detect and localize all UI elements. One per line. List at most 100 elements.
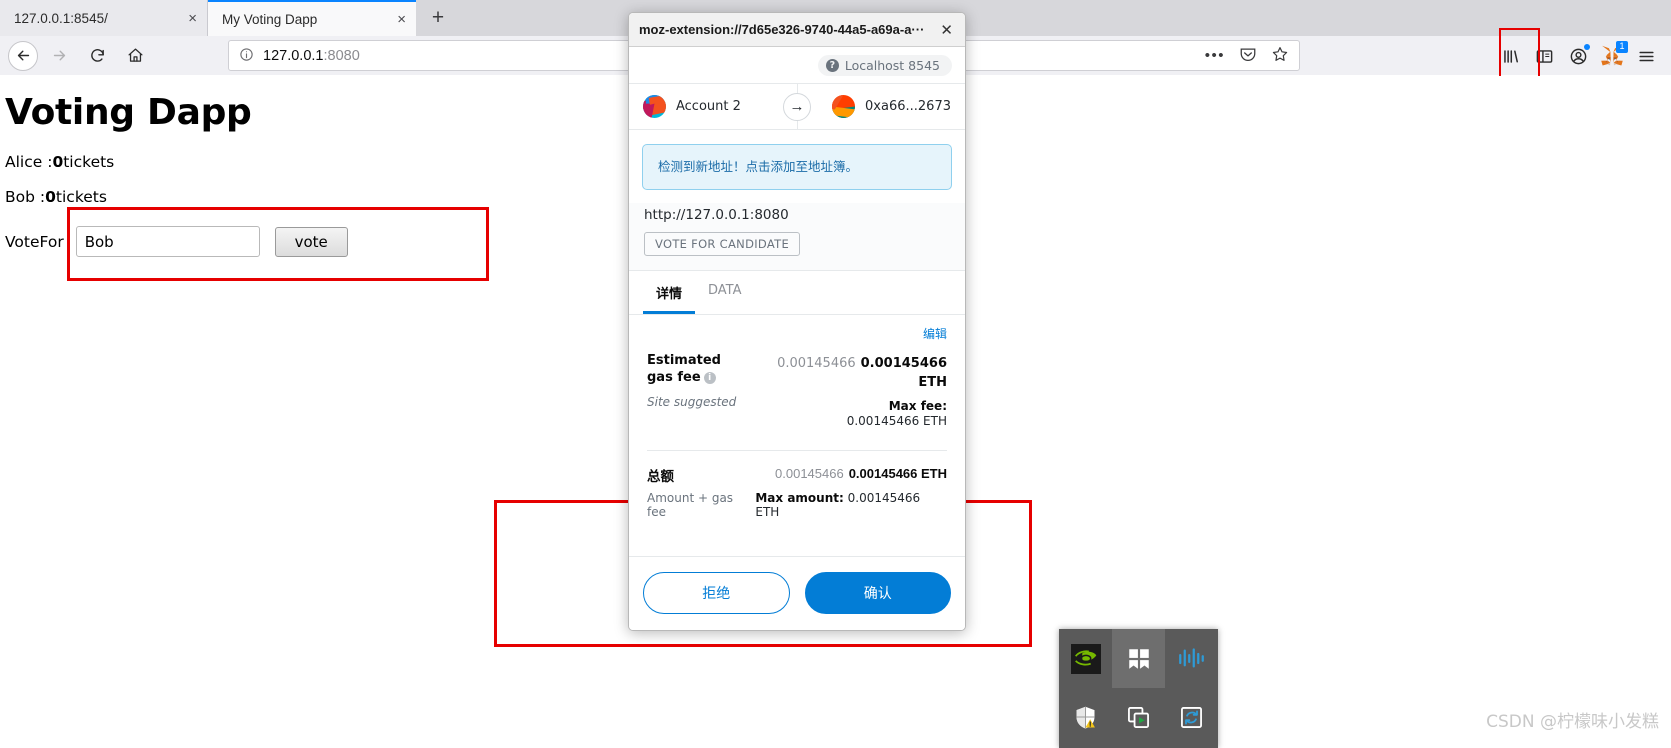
contract-method-badge: VOTE FOR CANDIDATE: [644, 231, 801, 256]
network-selector[interactable]: ? Localhost 8545: [817, 54, 952, 76]
tray-item-windows-panels[interactable]: [1112, 629, 1165, 688]
tally-count-alice: 0: [52, 153, 64, 171]
close-icon[interactable]: ✕: [934, 21, 959, 39]
from-blockie-icon: [643, 95, 666, 118]
to-blockie-icon: [832, 95, 856, 118]
windows-panels-icon: [1128, 648, 1149, 669]
max-fee-key: Max fee:: [888, 398, 947, 413]
transaction-origin: http://127.0.0.1:8080 VOTE FOR CANDIDATE: [629, 202, 965, 271]
gas-fee-alt-value: 0.00145466: [777, 355, 856, 371]
tally-sep-bob: :: [34, 188, 46, 206]
to-account[interactable]: 0xa66...2673: [832, 95, 951, 118]
total-sub-right: Max amount: 0.00145466 ETH: [755, 491, 947, 519]
browser-tab-2[interactable]: My Voting Dapp ×: [208, 0, 416, 36]
tally-row-bob: Bob :0tickets: [5, 188, 107, 206]
tab-data[interactable]: DATA: [695, 271, 755, 314]
new-tab-button[interactable]: +: [418, 0, 458, 36]
max-fee-value: 0.00145466 ETH: [846, 413, 947, 428]
gas-fee-subrow: Site suggested Max fee: 0.00145466 ETH: [647, 395, 947, 428]
estimated-gas-fee-label: Estimated gas fee i: [647, 352, 746, 387]
shield-warning-icon: [1076, 706, 1095, 729]
new-address-alert-wrap: 检测到新地址！点击添加至地址簿。: [629, 130, 965, 203]
tally-row-alice: Alice :0tickets: [5, 153, 114, 171]
screenshot-root: 127.0.0.1:8545/ × My Voting Dapp × + 127…: [0, 0, 1671, 748]
details-panel: 编辑 Estimated gas fee i 0.00145466 0.001454…: [629, 315, 965, 557]
page-actions-icon[interactable]: •••: [1205, 47, 1225, 64]
max-amount-key: Max amount:: [755, 490, 844, 505]
total-subrow: Amount + gas fee Max amount: 0.00145466 …: [647, 491, 947, 519]
from-account[interactable]: Account 2: [643, 95, 741, 118]
gas-site-suggested: Site suggested: [647, 394, 737, 409]
estimated-gas-fee-values: 0.00145466 0.00145466 ETH: [754, 352, 947, 390]
browser-tab-2-close-icon[interactable]: ×: [379, 12, 406, 27]
forward-icon[interactable]: [42, 39, 76, 73]
from-account-name: Account 2: [676, 99, 741, 114]
metamask-window-title: moz-extension://7d65e326-9740-44a5-a69a-…: [639, 22, 925, 37]
confirmation-footer: 拒绝 确认: [629, 556, 965, 630]
browser-tab-1[interactable]: 127.0.0.1:8545/ ×: [0, 0, 208, 36]
url-host: 127.0.0.1: [263, 47, 324, 64]
page-title: Voting Dapp: [5, 92, 252, 133]
confirm-button[interactable]: 确认: [804, 572, 951, 614]
watermark: CSDN @柠檬味小发糕: [1486, 712, 1659, 732]
total-values: 0.00145466 0.00145466 ETH: [775, 465, 947, 483]
network-row: ? Localhost 8545: [629, 47, 965, 83]
refresh-box-icon: [1181, 707, 1202, 728]
info-icon[interactable]: i: [703, 372, 716, 385]
estimated-gas-fee-row: Estimated gas fee i 0.00145466 0.00145466 …: [647, 352, 947, 390]
browser-tab-1-title: 127.0.0.1:8545/: [14, 10, 108, 26]
pocket-icon[interactable]: [1239, 45, 1257, 67]
tally-name-alice: Alice: [5, 153, 43, 171]
browser-tab-1-close-icon[interactable]: ×: [170, 11, 197, 26]
total-alt-value: 0.00145466: [775, 465, 844, 481]
network-label: Localhost 8545: [844, 57, 940, 73]
url-path: :8080: [323, 47, 360, 64]
tray-item-refresh-box[interactable]: [1165, 688, 1218, 747]
tally-name-bob: Bob: [5, 188, 35, 206]
metamask-window-titlebar: moz-extension://7d65e326-9740-44a5-a69a-…: [629, 13, 965, 47]
url-bar-actions: •••: [1205, 45, 1289, 67]
metamask-badge-count: 1: [1616, 41, 1628, 53]
metamask-extension-button[interactable]: 1: [1595, 40, 1629, 72]
detail-tabs: 详情 DATA: [629, 270, 965, 315]
max-fee-block: Max fee: 0.00145466 ETH: [847, 395, 947, 428]
gas-fee-main-value: 0.00145466 ETH: [860, 355, 947, 390]
transfer-arrow-icon: →: [783, 92, 811, 121]
tally-sep-alice: :: [42, 153, 53, 171]
account-icon[interactable]: [1561, 40, 1595, 72]
tray-item-nvidia[interactable]: [1059, 629, 1112, 688]
account-transfer-row: Account 2 → 0xa66...2673: [629, 83, 965, 130]
wave-icon: [1179, 648, 1204, 668]
total-main-value: 0.00145466 ETH: [848, 465, 947, 481]
tally-count-bob: 0: [45, 188, 56, 206]
tally-unit-alice: tickets: [63, 153, 115, 171]
vote-form-label: VoteFor: [5, 232, 64, 251]
total-row: 总额 0.00145466 0.00145466 ETH: [647, 465, 947, 485]
page-info-icon[interactable]: [239, 47, 254, 65]
reject-button[interactable]: 拒绝: [643, 572, 790, 614]
network-help-icon: ?: [825, 58, 839, 72]
tray-item-wave[interactable]: [1165, 629, 1218, 688]
metamask-body: ? Localhost 8545 Account 2 → 0xa66...267…: [629, 47, 965, 630]
account-notification-dot: [1584, 44, 1590, 50]
new-address-alert[interactable]: 检测到新地址！点击添加至地址簿。: [642, 144, 952, 190]
edit-gas-link[interactable]: 编辑: [647, 325, 947, 342]
tab-details[interactable]: 详情: [643, 271, 696, 314]
tray-item-copy-play[interactable]: [1112, 688, 1165, 747]
details-divider: [647, 449, 947, 451]
back-icon[interactable]: [8, 40, 38, 71]
bookmark-star-icon[interactable]: [1271, 45, 1289, 67]
copy-play-icon: [1128, 707, 1149, 728]
app-menu-icon[interactable]: [1629, 40, 1663, 72]
browser-tab-2-title: My Voting Dapp: [222, 11, 318, 27]
nvidia-icon: [1070, 643, 1101, 674]
tray-item-security-shield[interactable]: [1059, 688, 1112, 747]
metamask-confirmation-popup: moz-extension://7d65e326-9740-44a5-a69a-…: [628, 12, 966, 631]
total-label: 总额: [647, 468, 674, 485]
tally-unit-bob: tickets: [55, 188, 107, 206]
home-icon[interactable]: [118, 39, 152, 73]
reload-icon[interactable]: [80, 39, 114, 73]
vote-form-highlight-box: [67, 207, 489, 281]
to-account-name: 0xa66...2673: [865, 99, 951, 114]
system-tray-flyout: [1059, 629, 1218, 748]
